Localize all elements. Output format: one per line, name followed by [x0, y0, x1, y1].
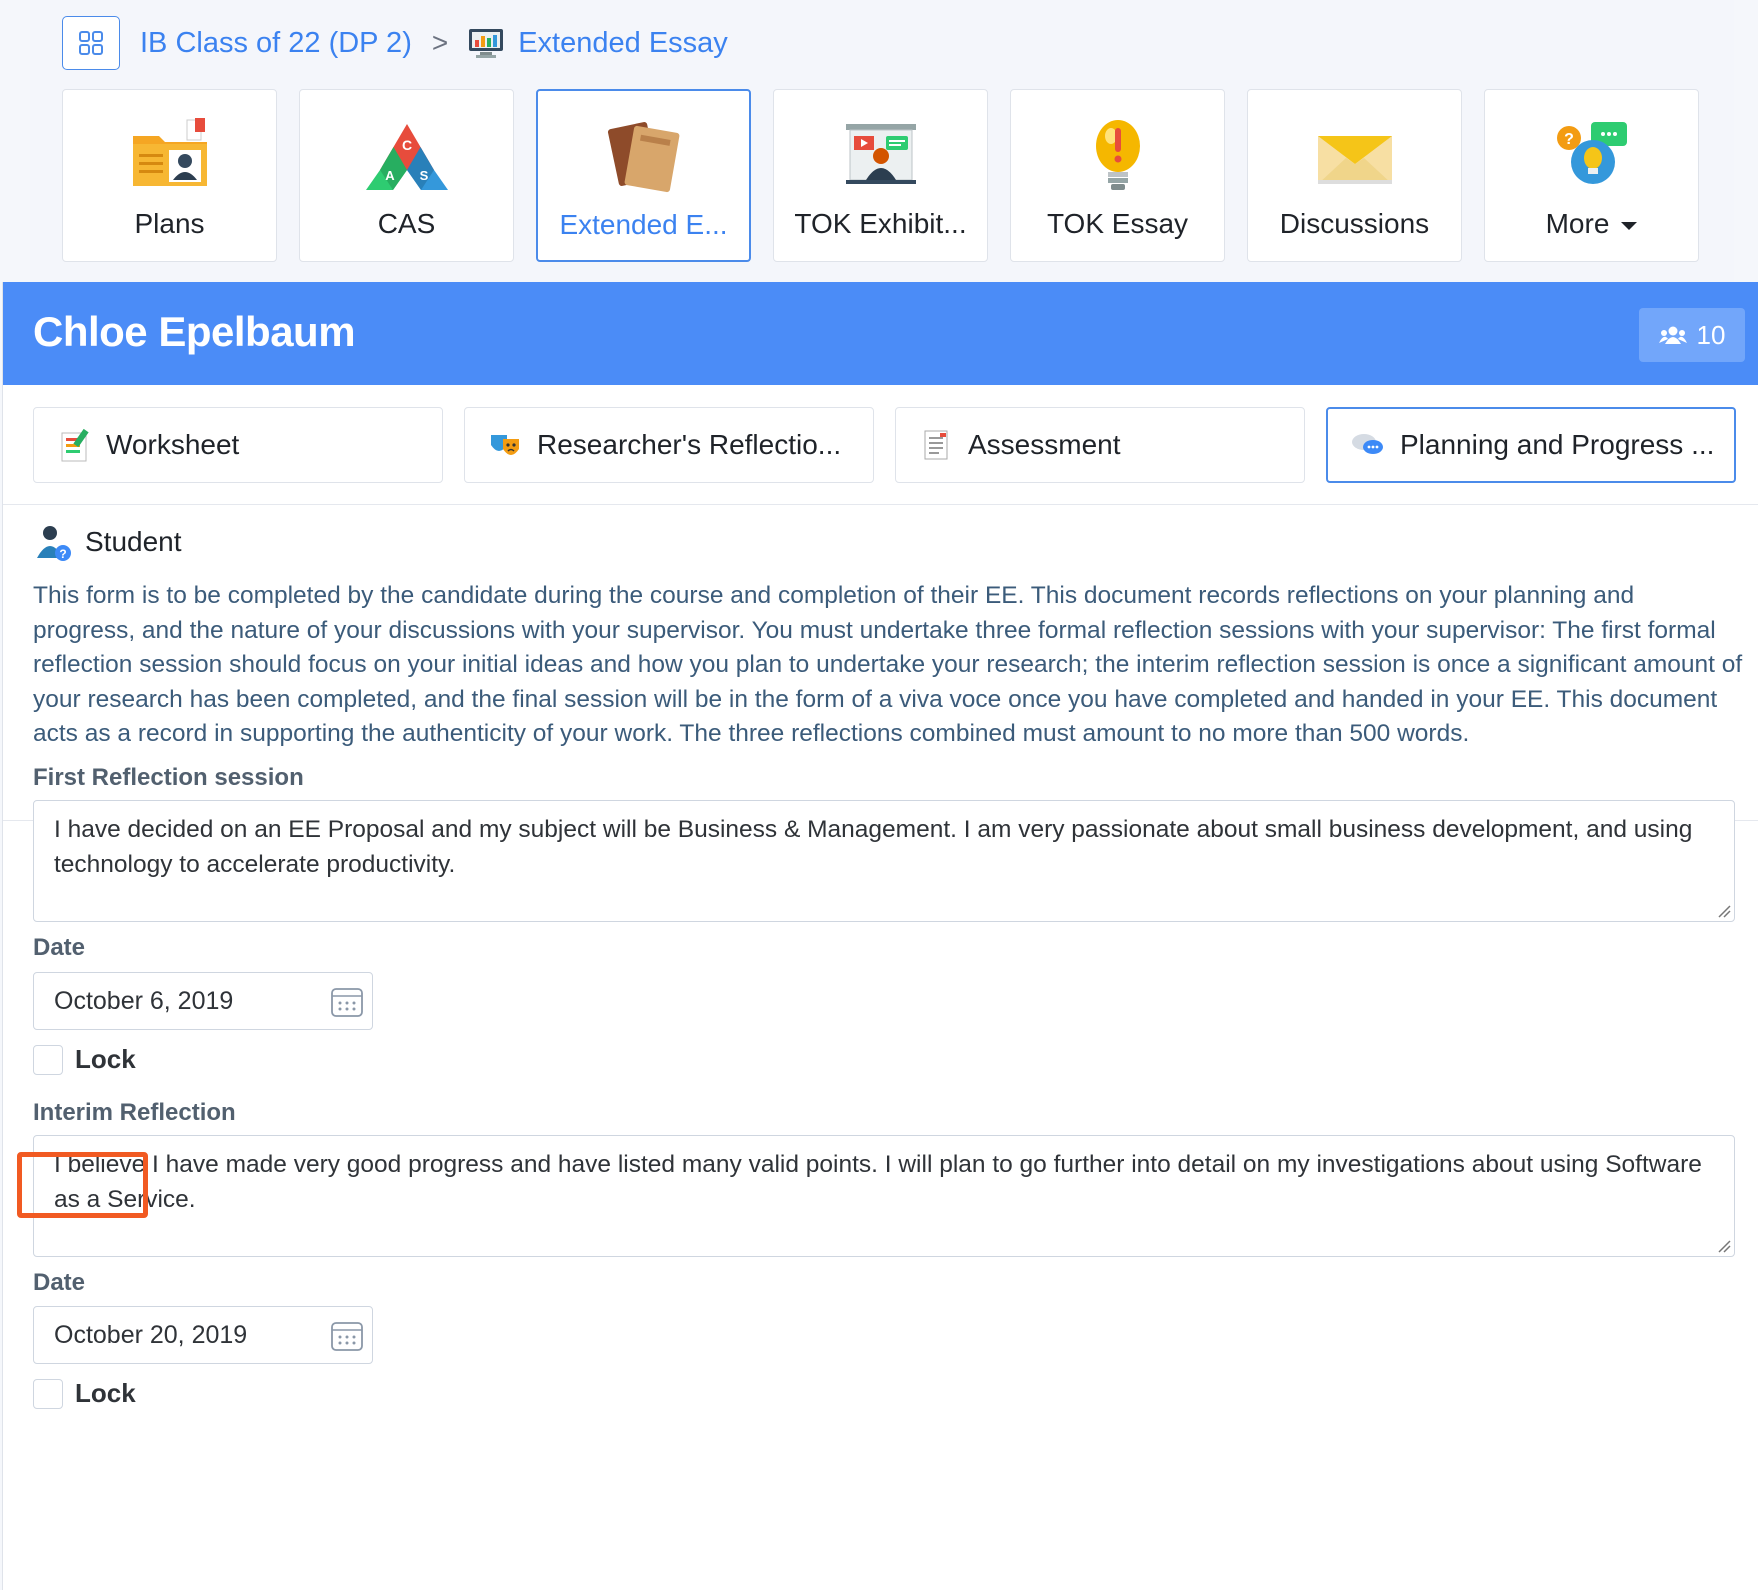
svg-text:?: ?	[59, 547, 66, 561]
section-heading: ? Student	[33, 522, 182, 562]
tile-label: Discussions	[1279, 208, 1430, 239]
interim-lock-label: Lock	[75, 1378, 136, 1408]
student-banner: Chloe Epelbaum 10	[3, 282, 1758, 385]
more-label: More	[1545, 208, 1610, 239]
svg-text:S: S	[419, 168, 428, 183]
breadcrumb-class-link[interactable]: IB Class of 22 (DP 2)	[140, 27, 412, 60]
checklist-icon	[924, 430, 948, 460]
section-description: This form is to be completed by the cand…	[33, 582, 1743, 747]
members-button[interactable]: 10	[1639, 308, 1745, 362]
envelope-icon	[1317, 136, 1392, 184]
tab-assessment[interactable]: Assessment	[895, 407, 1305, 483]
interim-date-value: October 20, 2019	[54, 1320, 248, 1349]
module-tiles: Plans C A S CAS Extended E... TOK Exhibi…	[62, 89, 1699, 262]
svg-text:?: ?	[1564, 131, 1574, 148]
tile-plans[interactable]: Plans	[62, 89, 277, 262]
tile-label: Extended E...	[559, 209, 728, 240]
first-date-label: Date	[33, 934, 86, 961]
tile-extended-essay[interactable]: Extended E...	[536, 89, 751, 262]
tile-more[interactable]: ? More	[1484, 89, 1699, 262]
masks-icon	[491, 435, 519, 455]
svg-text:C: C	[401, 137, 411, 153]
breadcrumb-separator: >	[431, 27, 449, 58]
divider	[3, 504, 1758, 505]
svg-text:A: A	[385, 168, 395, 183]
subtabs: Worksheet Researcher's Reflectio... Asse…	[33, 407, 1736, 483]
first-date-value: October 6, 2019	[54, 986, 234, 1015]
first-lock-checkbox[interactable]	[33, 1044, 63, 1075]
breadcrumb-current[interactable]: Extended Essay	[518, 27, 728, 60]
tile-label: Plans	[134, 208, 205, 239]
tile-discussions[interactable]: Discussions	[1247, 89, 1462, 262]
tile-label: More	[1546, 208, 1638, 240]
student-name: Chloe Epelbaum	[33, 308, 356, 355]
student-help-icon: ?	[37, 526, 71, 561]
tab-worksheet[interactable]: Worksheet	[33, 407, 443, 483]
tile-tok-essay[interactable]: TOK Essay	[1010, 89, 1225, 262]
interim-date-input[interactable]: October 20, 2019	[33, 1306, 373, 1364]
tile-label: TOK Exhibit...	[794, 208, 967, 239]
tab-label: Researcher's Reflectio...	[537, 429, 842, 460]
resize-handle-icon[interactable]	[1717, 1239, 1731, 1253]
apps-grid-button[interactable]	[62, 16, 120, 70]
chat-bubbles-icon	[1352, 434, 1383, 454]
tile-label: TOK Essay	[1046, 208, 1189, 239]
chevron-down-icon	[1621, 221, 1638, 230]
first-reflection-label: First Reflection session	[33, 764, 304, 791]
monitor-chart-icon	[469, 29, 504, 58]
grid-icon	[79, 31, 103, 55]
resize-handle-icon[interactable]	[1717, 904, 1731, 918]
tab-label: Planning and Progress ...	[1400, 429, 1715, 460]
interim-date-label: Date	[33, 1269, 86, 1296]
interim-reflection-text: I believe I have made very good progress…	[54, 1151, 1702, 1213]
presentation-icon	[845, 124, 916, 184]
lock-highlight-annotation	[17, 1152, 148, 1218]
first-reflection-text: I have decided on an EE Proposal and my …	[54, 816, 1693, 878]
interim-lock-checkbox[interactable]	[33, 1378, 63, 1409]
tab-researchers-reflection[interactable]: Researcher's Reflectio...	[464, 407, 874, 483]
tile-label: CAS	[377, 208, 436, 239]
first-lock-label: Lock	[75, 1044, 136, 1074]
interim-lock-row: Lock	[33, 1378, 136, 1409]
tile-cas[interactable]: C A S CAS	[299, 89, 514, 262]
tab-planning-progress[interactable]: Planning and Progress ...	[1326, 407, 1736, 483]
main-panel: Chloe Epelbaum 10 Worksheet Researcher's…	[2, 282, 1758, 1590]
lightbulb-icon	[1095, 120, 1140, 190]
interim-reflection-label: Interim Reflection	[33, 1099, 236, 1126]
worksheet-icon	[61, 428, 89, 462]
tile-tok-exhibition[interactable]: TOK Exhibit...	[773, 89, 988, 262]
books-icon	[607, 122, 679, 193]
users-icon	[1658, 326, 1687, 344]
chat-idea-icon: ?	[1556, 122, 1627, 184]
folder-user-icon	[132, 118, 207, 186]
first-date-input[interactable]: October 6, 2019	[33, 972, 373, 1030]
first-lock-row: Lock	[33, 1044, 136, 1075]
member-count: 10	[1696, 319, 1726, 350]
tab-label: Worksheet	[106, 429, 240, 460]
first-reflection-textarea[interactable]: I have decided on an EE Proposal and my …	[33, 800, 1735, 922]
cas-triangle-icon: C A S	[365, 124, 448, 190]
tab-label: Assessment	[968, 429, 1121, 460]
interim-reflection-textarea[interactable]: I believe I have made very good progress…	[33, 1135, 1735, 1257]
section-title: Student	[85, 526, 182, 557]
calendar-icon[interactable]	[330, 984, 364, 1018]
calendar-icon[interactable]	[330, 1318, 364, 1352]
breadcrumb: IB Class of 22 (DP 2) > Extended Essay	[140, 22, 728, 64]
